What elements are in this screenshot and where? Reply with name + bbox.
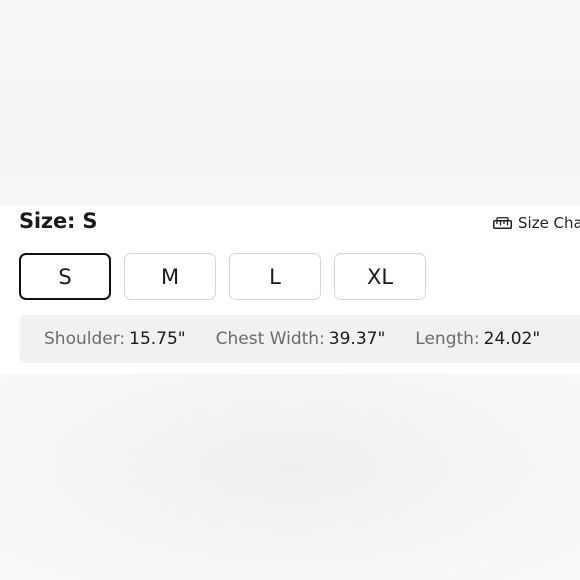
size-option-l[interactable]: L (229, 253, 321, 300)
size-option-xl[interactable]: XL (334, 253, 426, 300)
blurred-product-image-top (0, 0, 580, 205)
measurement-chest-width: Chest Width: 39.37" (216, 329, 386, 349)
measurement-length: Length: 24.02" (415, 329, 540, 349)
measurement-value: 39.37" (328, 329, 386, 349)
measurement-value: 15.75" (129, 329, 186, 349)
size-chart-label: Size Cha (518, 214, 580, 232)
measurement-label: Length: (415, 329, 480, 349)
measurement-label: Shoulder: (44, 329, 126, 349)
size-options: S M L XL (19, 253, 426, 300)
blurred-product-image-bottom (0, 374, 580, 580)
ruler-icon (493, 217, 512, 229)
product-size-page: Size: S Size Cha S M L XL Shoulder: 15.75… (0, 0, 580, 580)
size-chart-link[interactable]: Size Cha (493, 214, 580, 232)
size-option-m[interactable]: M (124, 253, 216, 300)
measurements-bar: Shoulder: 15.75" Chest Width: 39.37" Lengt… (19, 315, 580, 363)
size-heading-prefix: Size: (19, 209, 76, 233)
size-option-s[interactable]: S (19, 253, 111, 300)
size-heading: Size: S (19, 209, 97, 233)
selected-size-value: S (82, 209, 98, 233)
measurement-shoulder: Shoulder: 15.75" (44, 329, 186, 349)
measurement-label: Chest Width: (215, 329, 325, 349)
measurement-value: 24.02" (483, 329, 541, 349)
